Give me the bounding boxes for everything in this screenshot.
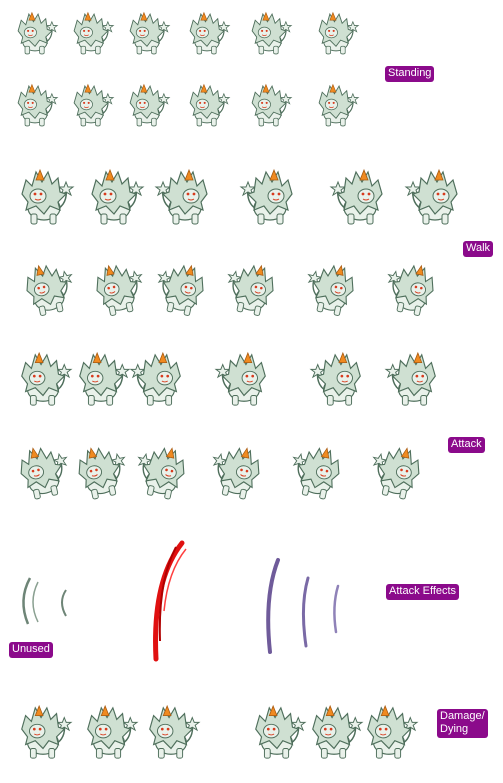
lion-sprite-standing-2-2 bbox=[68, 80, 115, 132]
lion-sprite-walk-3-3 bbox=[154, 168, 215, 228]
lion-sprite-damage_dying-7-5 bbox=[305, 702, 364, 764]
lion-sprite-standing-1-1 bbox=[12, 8, 59, 60]
lion-sprite-attack-6-6 bbox=[370, 443, 426, 503]
lion-sprite-walk-4-3 bbox=[155, 255, 210, 325]
lion-sprite-walk-3-5 bbox=[329, 168, 390, 228]
lion-sprite-standing-2-6 bbox=[313, 80, 360, 132]
lion-sprite-standing-1-3 bbox=[124, 8, 171, 60]
lion-sprite-damage_dying-7-6 bbox=[360, 702, 419, 764]
lion-sprite-walk-4-4 bbox=[225, 255, 280, 325]
lion-sprite-walk-4-1 bbox=[20, 255, 75, 325]
lion-sprite-attack-6-4 bbox=[210, 443, 266, 503]
label-attack-effects: Attack Effects bbox=[386, 584, 460, 600]
label-standing: Standing bbox=[385, 66, 435, 82]
lion-sprite-attack-5-3 bbox=[129, 350, 188, 410]
lion-sprite-standing-2-5 bbox=[246, 80, 293, 132]
lion-sprite-attack-5-2 bbox=[72, 350, 131, 410]
label-walk: Walk bbox=[463, 241, 494, 257]
lion-sprite-standing-2-3 bbox=[124, 80, 171, 132]
lion-sprite-attack-5-4 bbox=[214, 350, 273, 410]
label-dying-line: Dying bbox=[440, 723, 469, 735]
red-claw-slash-effect bbox=[146, 540, 191, 662]
lion-sprite-damage_dying-7-3 bbox=[142, 702, 201, 764]
lion-sprite-attack-6-1 bbox=[14, 443, 70, 503]
lion-sprite-standing-1-2 bbox=[68, 8, 115, 60]
label-damage-dying: Damage/ Dying bbox=[437, 709, 488, 738]
lion-sprite-attack-5-5 bbox=[309, 350, 368, 410]
lion-sprite-attack-6-2 bbox=[72, 443, 128, 503]
lion-sprite-attack-6-5 bbox=[290, 443, 346, 503]
lion-sprite-damage_dying-7-4 bbox=[248, 702, 307, 764]
lion-sprite-standing-1-6 bbox=[313, 8, 360, 60]
lion-sprite-walk-4-2 bbox=[90, 255, 145, 325]
lion-sprite-damage_dying-7-2 bbox=[80, 702, 139, 764]
lion-sprite-attack-5-1 bbox=[14, 350, 73, 410]
lion-sprite-standing-2-1 bbox=[12, 80, 59, 132]
lion-sprite-standing-2-4 bbox=[184, 80, 231, 132]
lion-sprite-attack-5-6 bbox=[384, 350, 443, 410]
lion-sprite-walk-3-2 bbox=[84, 168, 145, 228]
lion-sprite-damage_dying-7-1 bbox=[14, 702, 73, 764]
label-attack: Attack bbox=[448, 437, 485, 453]
lion-sprite-attack-6-3 bbox=[135, 443, 191, 503]
lion-sprite-walk-3-4 bbox=[239, 168, 300, 228]
lion-sprite-walk-3-6 bbox=[404, 168, 465, 228]
gray-claw-slash-effect bbox=[16, 572, 76, 632]
label-unused: Unused bbox=[9, 642, 53, 658]
lion-sprite-standing-1-4 bbox=[184, 8, 231, 60]
lion-sprite-walk-4-6 bbox=[385, 255, 440, 325]
lion-sprite-walk-4-5 bbox=[305, 255, 360, 325]
lion-sprite-standing-1-5 bbox=[246, 8, 293, 60]
purple-claw-slash-effect bbox=[262, 556, 352, 656]
lion-sprite-walk-3-1 bbox=[14, 168, 75, 228]
label-damage-line: Damage/ bbox=[440, 710, 485, 722]
